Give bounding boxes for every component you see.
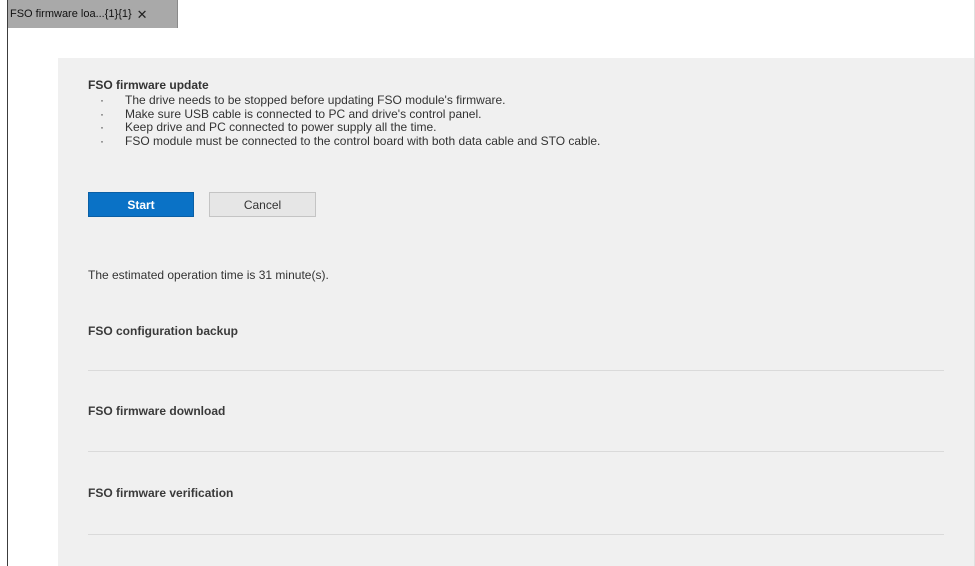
bullet-icon: · (100, 120, 104, 134)
step-firmware-verification: FSO firmware verification (88, 486, 944, 536)
instruction-item: · FSO module must be connected to the co… (88, 133, 601, 149)
bullet-icon: · (100, 133, 104, 148)
firmware-update-panel: FSO firmware update · The drive needs to… (58, 58, 974, 566)
instruction-item: · The drive needs to be stopped before u… (88, 93, 600, 108)
instruction-item: · Keep drive and PC connected to power s… (88, 120, 600, 135)
bullet-icon: · (100, 106, 104, 121)
window-frame-left-border (7, 0, 8, 566)
instructions-list: · The drive needs to be stopped before u… (88, 93, 601, 149)
cancel-button[interactable]: Cancel (209, 192, 316, 217)
instruction-text: The drive needs to be stopped before upd… (125, 93, 506, 107)
step-title: FSO firmware download (88, 404, 226, 418)
divider (88, 534, 944, 535)
instruction-text: Keep drive and PC connected to power sup… (125, 120, 437, 134)
panel-title: FSO firmware update (88, 78, 209, 92)
step-configuration-backup: FSO configuration backup (88, 324, 944, 374)
estimated-time-text: The estimated operation time is 31 minut… (88, 268, 329, 282)
bullet-icon: · (100, 93, 104, 107)
start-button[interactable]: Start (88, 192, 194, 217)
close-icon[interactable]: ✕ (137, 8, 148, 21)
instruction-text: Make sure USB cable is connected to PC a… (125, 106, 482, 121)
step-title: FSO firmware verification (88, 486, 234, 500)
tab-strip: FSO firmware loa...{1}{1} ✕ (8, 0, 974, 28)
step-firmware-download: FSO firmware download (88, 404, 944, 454)
instruction-item: · Make sure USB cable is connected to PC… (88, 106, 600, 122)
tab-title: FSO firmware loa...{1}{1} (10, 8, 132, 20)
tab-fso-firmware-loader[interactable]: FSO firmware loa...{1}{1} ✕ (8, 0, 178, 28)
divider (88, 370, 944, 371)
divider (88, 451, 944, 452)
step-title: FSO configuration backup (88, 324, 239, 338)
instruction-text: FSO module must be connected to the cont… (125, 133, 601, 148)
